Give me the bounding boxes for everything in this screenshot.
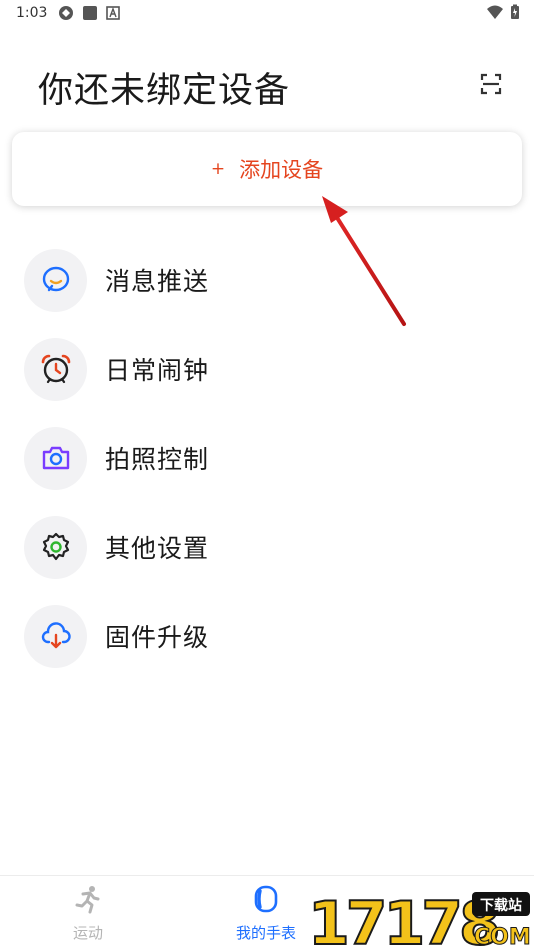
status-bar: 1:03 [0, 0, 534, 30]
wifi-icon [487, 5, 503, 19]
menu-icon-circle [24, 426, 87, 490]
watermark-main: 17178 [308, 889, 498, 950]
menu-label: 拍照控制 [105, 445, 210, 474]
menu-label: 其他设置 [105, 534, 210, 563]
battery-icon [511, 4, 519, 19]
scan-button[interactable] [476, 69, 506, 99]
menu-label: 固件升级 [105, 623, 210, 652]
watermark-logo: 17178 下载站 COM [308, 888, 531, 950]
watermark-tag: 下载站 [480, 897, 522, 914]
add-device-button[interactable]: + 添加设备 [12, 132, 522, 206]
menu-icon-circle [24, 248, 87, 312]
tab-sport-label: 运动 [72, 924, 103, 942]
a-box-icon [106, 6, 120, 20]
menu-label: 消息推送 [105, 267, 210, 296]
square-icon [83, 6, 97, 20]
status-icons-left [58, 5, 120, 21]
menu-item-message-push[interactable]: 消息推送 [24, 248, 504, 312]
scan-icon [480, 73, 502, 95]
running-icon [75, 886, 100, 914]
alarm-clock-icon [41, 354, 70, 384]
menu-icon-circle [24, 337, 87, 401]
menu-item-other-settings[interactable]: 其他设置 [24, 515, 504, 579]
watch-icon [254, 885, 278, 913]
camera-icon [42, 446, 69, 470]
menu-icon-circle [24, 515, 87, 579]
plus-icon: + [210, 159, 226, 179]
watermark-com: COM [474, 925, 531, 950]
tab-sport[interactable]: 运动 [28, 884, 148, 943]
status-time: 1:03 [16, 5, 48, 21]
add-device-label: 添加设备 [239, 158, 324, 182]
status-icons-right [486, 4, 520, 20]
menu-item-camera-control[interactable]: 拍照控制 [24, 426, 504, 490]
menu-item-firmware-upgrade[interactable]: 固件升级 [24, 604, 504, 668]
page-title: 你还未绑定设备 [38, 71, 291, 111]
sync-icon [59, 6, 73, 20]
gear-icon [42, 532, 69, 561]
message-icon [42, 266, 69, 292]
menu-label: 日常闹钟 [105, 356, 210, 385]
menu-item-alarm[interactable]: 日常闹钟 [24, 337, 504, 401]
menu-icon-circle [24, 604, 87, 668]
cloud-download-icon [41, 622, 71, 649]
